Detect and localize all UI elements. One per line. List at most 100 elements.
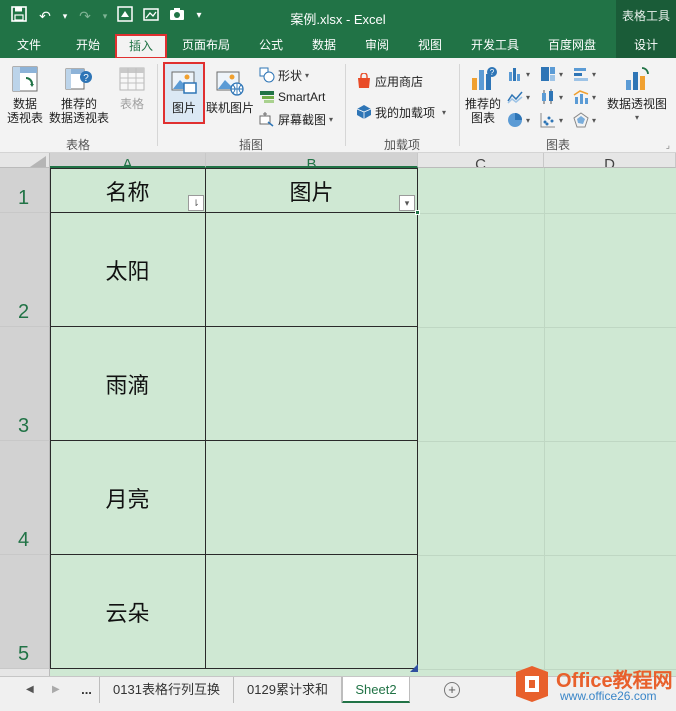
screenshot-button[interactable]: 屏幕截图 ▾ (259, 109, 333, 129)
scroll-left-icon[interactable]: ◀ (26, 684, 34, 695)
add-sheet-icon[interactable]: + (444, 682, 460, 698)
item-name: 云朵 (105, 601, 150, 627)
row-header-1[interactable]: 1 (0, 168, 50, 213)
tab-home[interactable]: 开始 (63, 33, 113, 58)
tab-developer[interactable]: 开发工具 (462, 33, 528, 58)
recommended-pivottables-icon: ? (64, 64, 94, 94)
bar-chart-button[interactable]: ▾ (573, 64, 596, 84)
pivotchart-label: 数据透视图 (606, 97, 667, 111)
tab-formulas[interactable]: 公式 (248, 33, 294, 58)
sheet-tab-0131[interactable]: 0131表格行列互换 (100, 677, 234, 703)
hierarchy-chart-button[interactable]: ▾ (540, 64, 563, 84)
bar-chart-dropdown-icon: ▾ (592, 69, 597, 79)
line-chart-button[interactable]: ▾ (507, 87, 530, 107)
column-header-d[interactable]: D (544, 153, 676, 168)
cell-b3[interactable] (206, 327, 418, 441)
dialog-launcher-icon[interactable]: ⌟ (666, 140, 670, 151)
smartart-button[interactable]: SmartArt (259, 87, 325, 107)
row-header-5[interactable]: 5 (0, 555, 50, 669)
pie-chart-icon (507, 112, 523, 128)
column-chart-button[interactable]: ▾ (507, 64, 530, 84)
cell-a2[interactable]: 太阳 (50, 213, 206, 327)
my-addins-label: 我的加载项 (375, 105, 436, 120)
row-number: 3 (18, 415, 30, 437)
tab-insert[interactable]: 插入 (115, 34, 167, 59)
cell-a1[interactable]: 名称 (50, 168, 206, 213)
scatter-chart-button[interactable]: ▾ (540, 110, 563, 130)
cell-b2[interactable] (206, 213, 418, 327)
combo-chart-icon (573, 89, 589, 105)
my-addins-button[interactable]: 我的加载项 ▾ (356, 102, 446, 122)
screenshot-icon (259, 111, 275, 127)
tab-view[interactable]: 视图 (407, 33, 453, 58)
pivottable-label-1: 数据 (12, 97, 37, 111)
separator (345, 64, 346, 146)
header-name-text: 名称 (105, 180, 150, 206)
sheet-tab-sheet2[interactable]: Sheet2 (342, 677, 410, 703)
gridline (418, 441, 676, 442)
column-header-c[interactable]: C (418, 153, 544, 168)
worksheet-grid[interactable]: A B C D 1 2 3 4 5 名称 ⇂ 图片 ▾ 太阳 雨滴 月亮 云朵 (0, 153, 676, 676)
cell-b4[interactable] (206, 441, 418, 555)
gridline (418, 213, 676, 214)
radar-chart-button[interactable]: ▾ (573, 110, 596, 130)
tab-page-layout[interactable]: 页面布局 (173, 33, 239, 58)
shapes-icon (259, 67, 275, 83)
column-header-a[interactable]: A (50, 153, 206, 168)
cell-b1[interactable]: 图片 (206, 168, 418, 213)
cell-b5[interactable] (206, 555, 418, 669)
table-label: 表格 (119, 97, 144, 111)
pictures-button[interactable]: 图片 (163, 62, 205, 124)
online-pictures-label: 联机图片 (205, 101, 254, 115)
hierarchy-chart-icon (540, 66, 556, 82)
svg-text:?: ? (83, 73, 89, 84)
shapes-label: 形状 (278, 68, 303, 83)
combo-chart-button[interactable]: ▾ (573, 87, 596, 107)
fill-handle[interactable] (415, 210, 420, 215)
select-all-corner[interactable] (0, 153, 50, 168)
table-icon (117, 64, 147, 94)
cell-a4[interactable]: 月亮 (50, 441, 206, 555)
addins-group-label: 加载项 (383, 138, 420, 152)
pivotchart-dropdown-icon: ▾ (634, 113, 639, 122)
pivottable-label-2: 透视表 (6, 111, 43, 125)
tab-data[interactable]: 数据 (301, 33, 347, 58)
watermark: Office教程网 www.office26.com (510, 660, 676, 710)
recommended-pivottables-button[interactable]: ? 推荐的 数据透视表 (46, 64, 112, 125)
smartart-label: SmartArt (278, 90, 326, 104)
tab-design[interactable]: 设计 (616, 33, 676, 58)
shapes-button[interactable]: 形状 ▾ (259, 65, 309, 85)
row-header-3[interactable]: 3 (0, 327, 50, 441)
table-resize-handle[interactable] (410, 661, 418, 672)
sheet-tab-0129[interactable]: 0129累计求和 (234, 677, 342, 703)
tab-baidu-netdisk[interactable]: 百度网盘 (538, 33, 606, 58)
store-button[interactable]: 应用商店 (356, 71, 423, 91)
my-addins-dropdown-icon: ▾ (442, 107, 447, 117)
table-border (50, 168, 51, 669)
row-header-2[interactable]: 2 (0, 213, 50, 327)
recommended-charts-label-2: 图表 (470, 111, 495, 125)
row-header-4[interactable]: 4 (0, 441, 50, 555)
more-sheets-left[interactable]: ... (74, 677, 100, 703)
cell-a3[interactable]: 雨滴 (50, 327, 206, 441)
filter-dropdown-icon[interactable]: ▾ (399, 195, 415, 211)
pie-chart-button[interactable]: ▾ (507, 110, 530, 130)
stat-chart-button[interactable]: ▾ (540, 87, 563, 107)
stat-chart-dropdown-icon: ▾ (559, 92, 564, 102)
pivottable-button[interactable]: 数据 透视表 (4, 64, 46, 125)
table-button[interactable]: 表格 (112, 64, 152, 111)
tab-review[interactable]: 审阅 (354, 33, 400, 58)
column-header-b[interactable]: B (206, 153, 418, 168)
store-label: 应用商店 (375, 74, 424, 89)
online-pictures-button[interactable]: 联机图片 (204, 64, 256, 115)
scroll-right-icon[interactable]: ▶ (52, 684, 60, 695)
pivotchart-button[interactable]: 数据透视图 ▾ (605, 64, 669, 125)
row-header-6[interactable] (0, 669, 50, 676)
line-chart-icon (507, 89, 523, 105)
cell-a5[interactable]: 云朵 (50, 555, 206, 669)
row-number: 2 (18, 301, 30, 323)
filter-sort-icon[interactable]: ⇂ (188, 195, 204, 211)
online-pictures-icon (215, 68, 245, 98)
recommended-charts-button[interactable]: ? 推荐的 图表 (463, 64, 503, 125)
tab-file[interactable]: 文件 (5, 33, 53, 58)
